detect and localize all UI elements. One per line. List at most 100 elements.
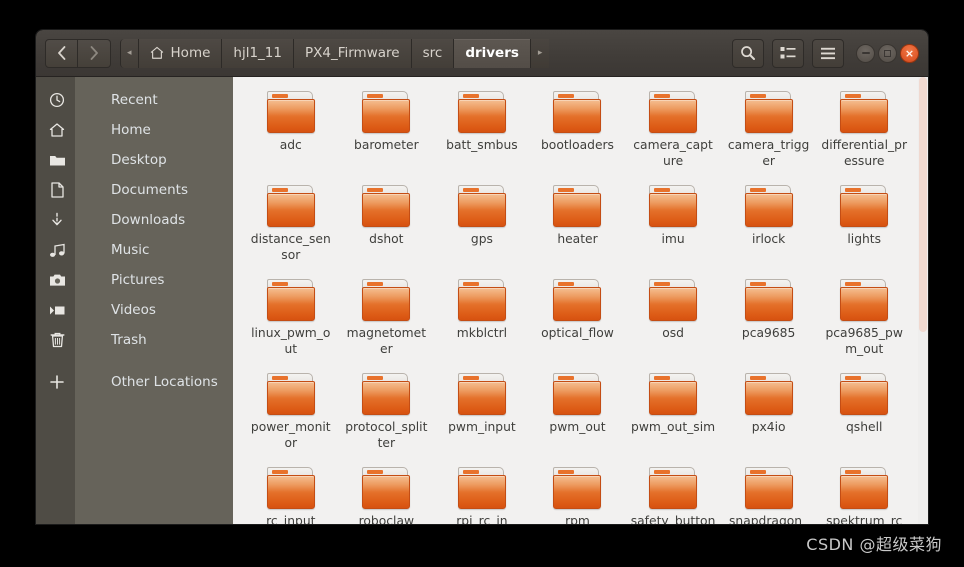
minimize-button[interactable] — [856, 43, 875, 63]
folder-icon — [456, 279, 508, 323]
folder-icon — [265, 467, 317, 511]
file-item[interactable]: safety_button — [625, 461, 721, 524]
breadcrumb-item-px4-firmware[interactable]: PX4_Firmware — [293, 38, 412, 68]
folder-icon — [551, 373, 603, 417]
file-name-label: linux_pwm_out — [251, 326, 331, 356]
vertical-scrollbar[interactable] — [918, 77, 928, 524]
file-name-label: osd — [662, 326, 684, 340]
folder-icon — [456, 373, 508, 417]
file-item[interactable]: imu — [625, 179, 721, 273]
file-item[interactable]: magnetometer — [339, 273, 435, 367]
file-name-label: pwm_out_sim — [631, 420, 716, 434]
file-item[interactable]: spektrum_rc — [816, 461, 912, 524]
file-name-label: protocol_splitter — [345, 420, 428, 450]
file-item[interactable]: snapdragon_pwm_out — [721, 461, 817, 524]
maximize-icon — [884, 49, 891, 57]
file-name-label: safety_button — [630, 514, 716, 524]
file-item[interactable]: camera_capture — [625, 85, 721, 179]
file-name-label: adc — [279, 138, 302, 152]
file-item[interactable]: px4io — [721, 367, 817, 461]
breadcrumb-item-hjl1_11[interactable]: hjl1_11 — [222, 38, 294, 68]
file-name-label: pca9685 — [741, 326, 796, 340]
plus-icon — [39, 374, 75, 390]
file-item[interactable]: irlock — [721, 179, 817, 273]
file-item[interactable]: lights — [816, 179, 912, 273]
breadcrumb-item-home[interactable]: Home — [138, 38, 223, 68]
sidebar-item-other-locations[interactable]: Other Locations — [50, 367, 233, 397]
file-item[interactable]: pwm_out — [530, 367, 626, 461]
folder-icon — [551, 91, 603, 135]
file-item[interactable]: pca9685 — [721, 273, 817, 367]
forward-button[interactable] — [78, 38, 111, 68]
file-item[interactable]: gps — [434, 179, 530, 273]
file-item[interactable]: heater — [530, 179, 626, 273]
folder-icon — [743, 279, 795, 323]
window-controls: × — [856, 43, 919, 63]
sidebar-item-pictures[interactable]: Pictures — [49, 265, 233, 295]
file-item[interactable]: protocol_splitter — [339, 367, 435, 461]
file-item[interactable]: adc — [243, 85, 339, 179]
file-item[interactable]: dshot — [339, 179, 435, 273]
file-item[interactable]: pwm_input — [434, 367, 530, 461]
scrollbar-thumb[interactable] — [919, 77, 927, 332]
back-button[interactable] — [45, 38, 78, 68]
file-item[interactable]: batt_smbus — [434, 85, 530, 179]
folder-icon — [456, 91, 508, 135]
sidebar-item-videos[interactable]: Videos — [49, 295, 233, 325]
sidebar-item-home[interactable]: Home — [49, 115, 233, 145]
file-item[interactable]: osd — [625, 273, 721, 367]
file-item[interactable]: distance_sensor — [243, 179, 339, 273]
sidebar-item-music[interactable]: Music — [49, 235, 233, 265]
breadcrumb-item-drivers[interactable]: drivers — [454, 38, 531, 68]
left-rail — [36, 77, 75, 524]
close-button[interactable]: × — [900, 43, 919, 63]
sidebar-item-desktop[interactable]: Desktop — [49, 145, 233, 175]
sidebar-item-label: Trash — [111, 332, 147, 348]
window-body: Recent Home Desktop Documents Downloads … — [36, 77, 928, 524]
sidebar-item-trash[interactable]: Trash — [50, 325, 233, 355]
home-icon — [39, 122, 75, 138]
file-name-label: snapdragon_pwm_out — [729, 514, 809, 524]
view-options-button[interactable] — [772, 38, 804, 68]
screen: ◂ Home hjl1_11 PX4_Firmware src drivers … — [0, 0, 964, 567]
file-item[interactable]: pca9685_pwm_out — [816, 273, 912, 367]
search-button[interactable] — [732, 38, 764, 68]
file-name-label: gps — [470, 232, 493, 246]
file-list-pane[interactable]: adc barometer batt_smbus bootloaders camera_… — [233, 77, 928, 524]
file-item[interactable]: mkblctrl — [434, 273, 530, 367]
file-name-label: spektrum_rc — [826, 514, 903, 524]
breadcrumb-label: hjl1_11 — [233, 45, 282, 61]
sidebar-item-label: Home — [111, 122, 151, 138]
breadcrumb-item-src[interactable]: src — [411, 38, 455, 68]
file-item[interactable]: rpi_rc_in — [434, 461, 530, 524]
file-item[interactable]: roboclaw — [339, 461, 435, 524]
sidebar-item-label: Other Locations — [111, 374, 218, 390]
hamburger-menu-icon — [821, 47, 835, 59]
file-item[interactable]: rc_input — [243, 461, 339, 524]
folder-icon — [265, 91, 317, 135]
file-item[interactable]: qshell — [816, 367, 912, 461]
file-item[interactable]: linux_pwm_out — [243, 273, 339, 367]
folder-icon — [360, 279, 412, 323]
file-item[interactable]: differential_pressure — [816, 85, 912, 179]
breadcrumb-overflow-right[interactable]: ▸ — [530, 38, 550, 68]
menu-button[interactable] — [812, 38, 844, 68]
sidebar-item-recent[interactable]: Recent — [49, 85, 233, 115]
sidebar-item-documents[interactable]: Documents — [50, 175, 233, 205]
file-item[interactable]: pwm_out_sim — [625, 367, 721, 461]
breadcrumb-overflow-left[interactable]: ◂ — [120, 38, 139, 68]
sidebar-item-downloads[interactable]: Downloads — [52, 205, 233, 235]
video-icon — [39, 304, 75, 317]
file-name-label: rpm — [565, 514, 590, 524]
folder-icon — [360, 373, 412, 417]
file-item[interactable]: rpm — [530, 461, 626, 524]
file-item[interactable]: power_monitor — [243, 367, 339, 461]
sidebar-item-label: Desktop — [111, 152, 167, 168]
file-name-label: camera_trigger — [727, 138, 810, 168]
toolbar — [732, 38, 844, 68]
file-item[interactable]: barometer — [339, 85, 435, 179]
file-item[interactable]: optical_flow — [530, 273, 626, 367]
file-item[interactable]: camera_trigger — [721, 85, 817, 179]
maximize-button[interactable] — [878, 43, 897, 63]
file-item[interactable]: bootloaders — [530, 85, 626, 179]
